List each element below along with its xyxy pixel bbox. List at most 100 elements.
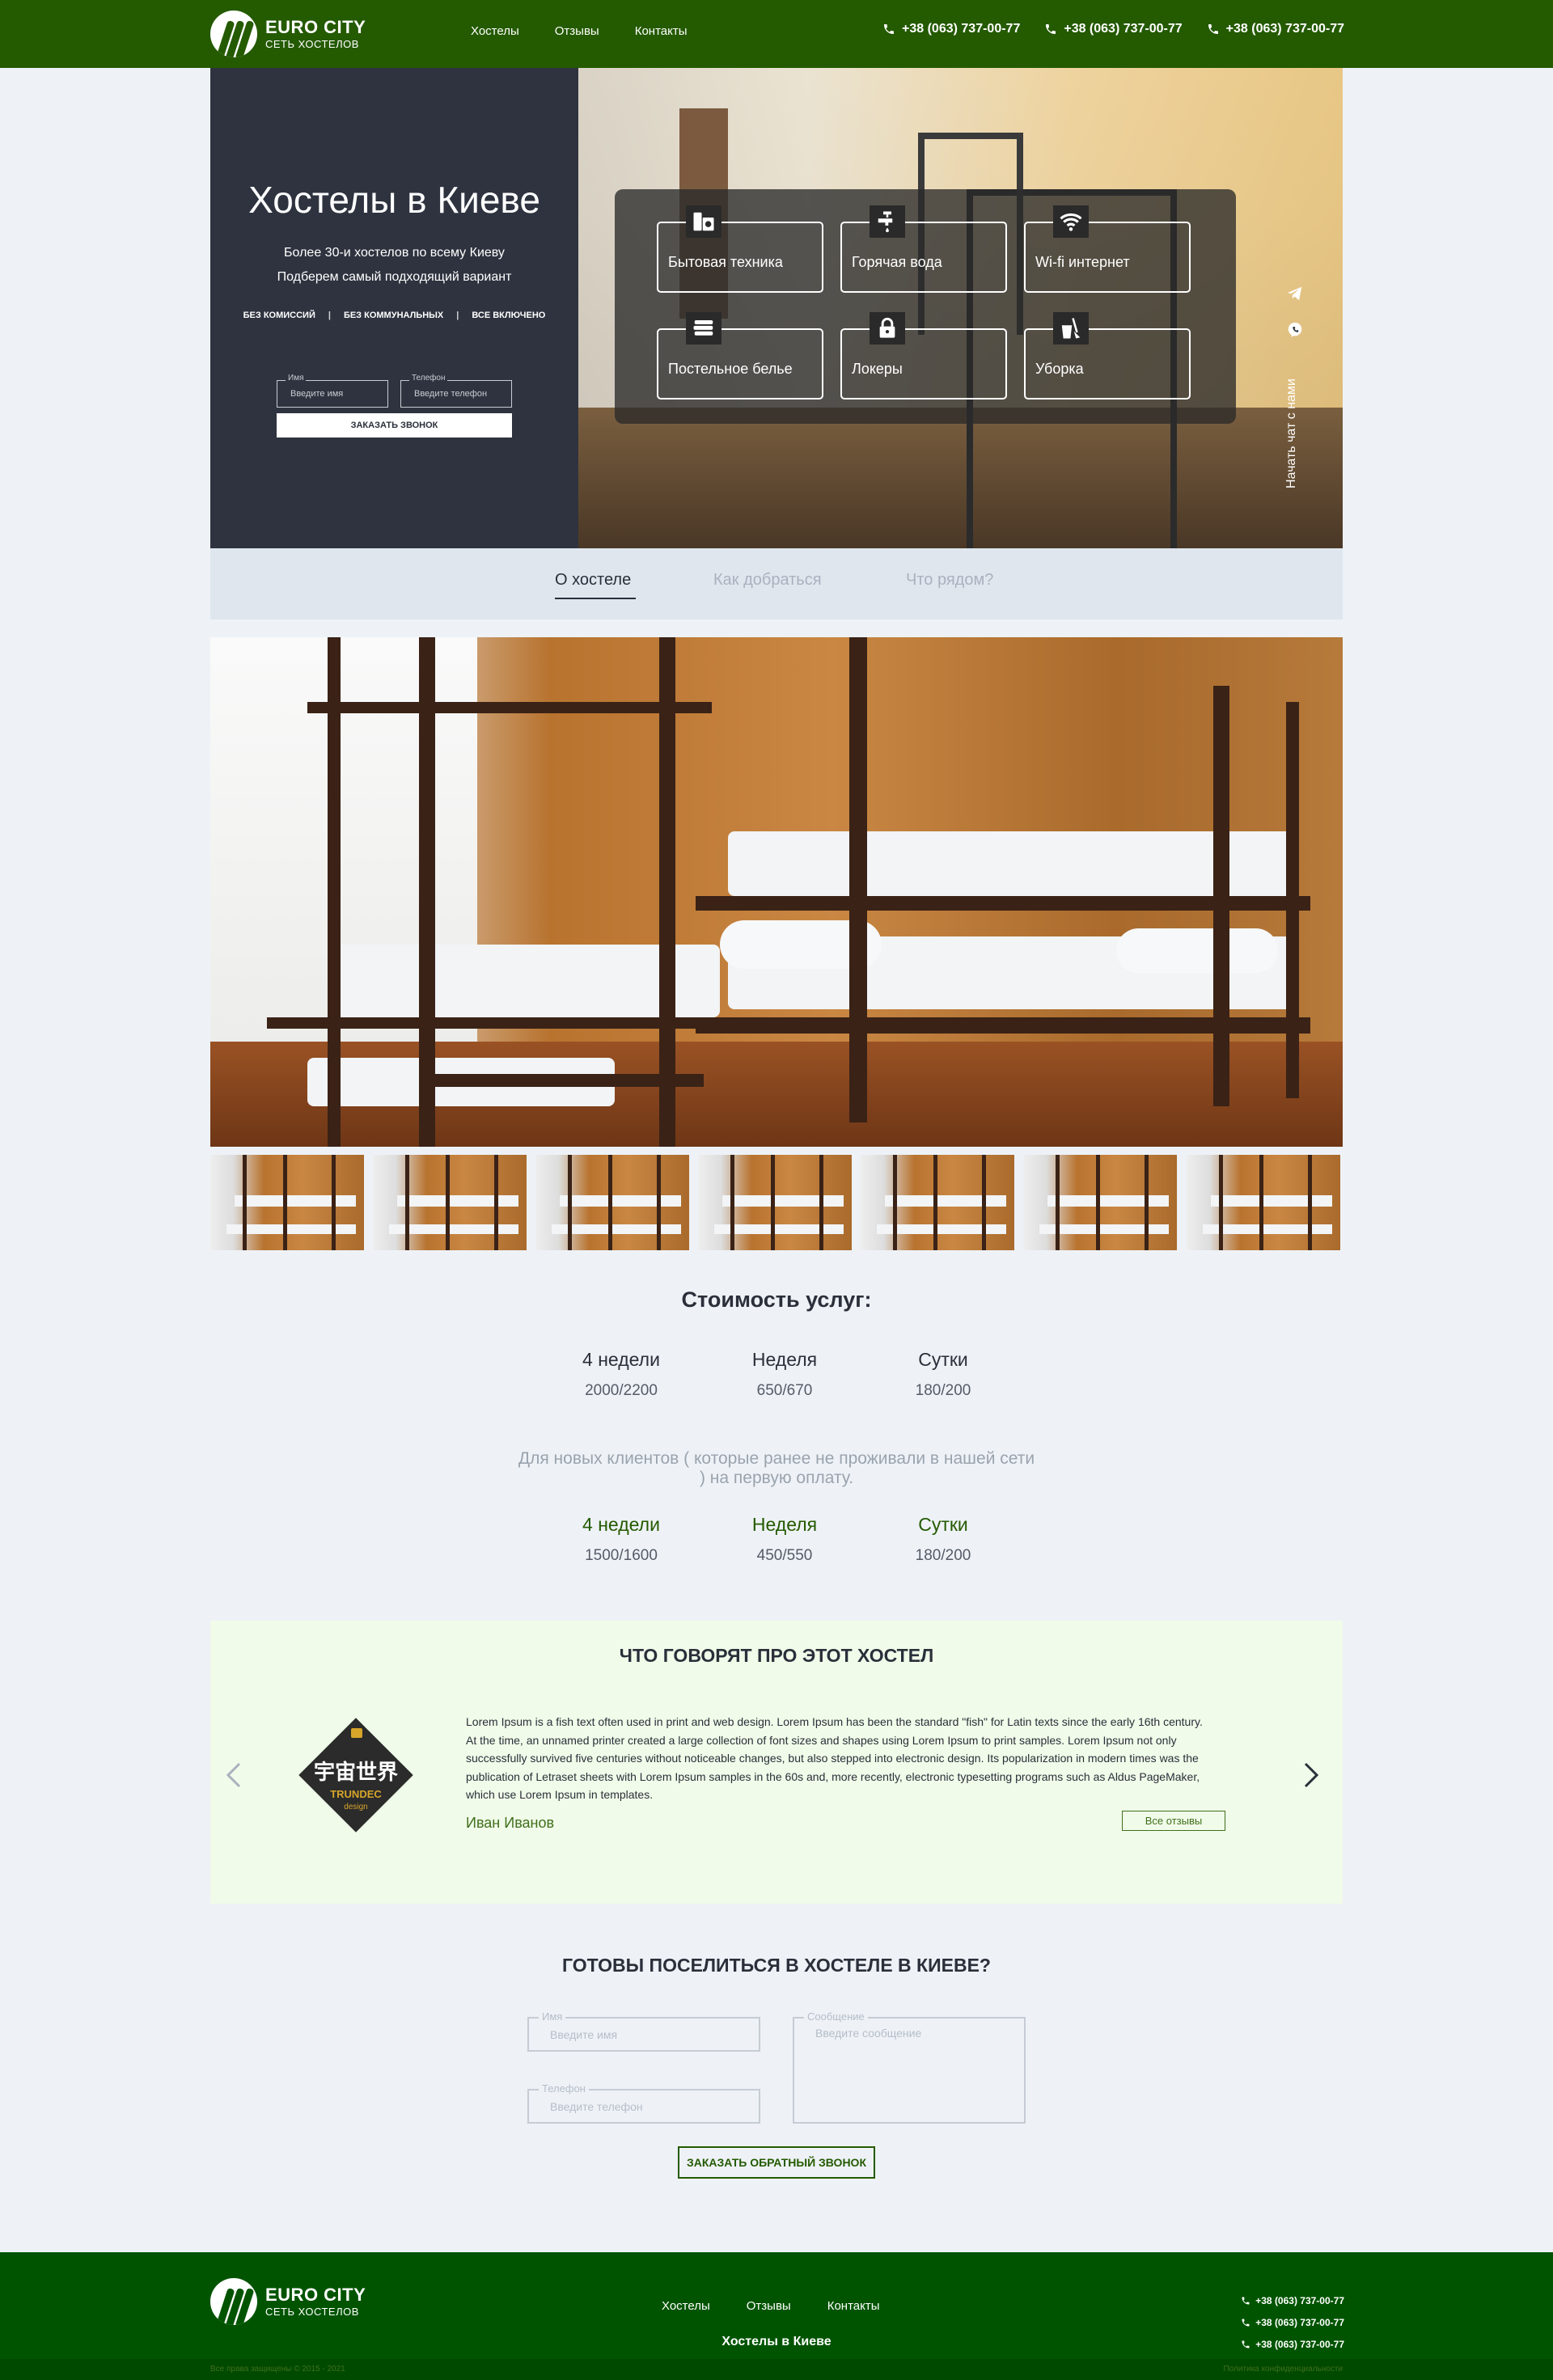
bed-linen-icon [686,312,721,345]
reviews-next-button[interactable] [1302,1761,1327,1794]
gallery-thumb[interactable] [1187,1155,1340,1250]
hero-phone-field: Телефон [400,374,512,408]
phone-icon [1208,24,1218,34]
phone-icon [1242,2297,1250,2304]
gallery-thumb[interactable] [1023,1155,1177,1250]
phone-icon [1242,2319,1250,2326]
new-price-week: Неделя 450/550 [751,1514,818,1564]
footer-logo[interactable]: EURO CITY СЕТЬ ХОСТЕЛОВ [210,2278,366,2325]
phone-icon [884,24,895,34]
tag-no-utilities: БЕЗ КОММУНАЛЬНЫХ [343,311,444,320]
header-phone-2[interactable]: +38 (063) 737-00-77 [1044,22,1183,36]
brand-logo[interactable]: EURO CITY СЕТЬ ХОСТЕЛОВ [210,11,366,57]
logo-mark-icon [210,11,257,57]
site-header: EURO CITY СЕТЬ ХОСТЕЛОВ Хостелы Отзывы К… [0,0,1553,68]
tab-about[interactable]: О хостеле [555,571,631,590]
contact-form-title: ГОТОВЫ ПОСЕЛИТЬСЯ В ХОСТЕЛЕ В КИЕВЕ? [562,1955,991,1976]
hero-subtitle: Более 30-и хостелов по всему Киеву Подбе… [277,246,512,284]
phone-icon [1242,2340,1250,2348]
cleaning-icon [1053,312,1089,345]
contact-name-field: Имя [527,2010,760,2052]
telegram-icon[interactable] [1286,285,1304,302]
appliances-icon [686,205,721,238]
footer-bottom-bar: Все права защищены © 2015 - 2021 Политик… [0,2359,1553,2380]
chevron-left-icon [226,1762,241,1788]
gallery-main-photo[interactable] [210,637,1343,1147]
contact-name-input[interactable] [529,2019,759,2050]
header-phones: +38 (063) 737-00-77 +38 (063) 737-00-77 … [882,22,1344,36]
features-panel: Бытовая техника Горячая вода Wi-fi интер… [615,189,1236,424]
hero-tags: БЕЗ КОМИССИЙ | БЕЗ КОММУНАЛЬНЫХ | ВСЕ ВК… [243,311,546,320]
footer-phone-1[interactable]: +38 (063) 737-00-77 [1241,2289,1344,2311]
hero-title: Хостелы в Киеве [248,179,540,221]
review-text: Lorem Ipsum is a fish text often used in… [466,1715,1203,1801]
privacy-policy-link[interactable]: Политика конфиденциальности [1223,2365,1343,2374]
nav-reviews[interactable]: Отзывы [555,24,599,38]
price-4weeks: 4 недели 2000/2200 [582,1349,660,1399]
nav-hostels[interactable]: Хостелы [471,24,519,38]
nav-contacts[interactable]: Контакты [635,24,688,38]
main-nav: Хостелы Отзывы Контакты [471,24,688,38]
price-day: Сутки 180/200 [915,1349,971,1399]
svg-text:宇宙世界: 宇宙世界 [314,1760,398,1785]
hero-name-field: Имя [277,374,388,408]
contact-phone-field: Телефон [527,2082,760,2124]
copyright: Все права защищены © 2015 - 2021 [210,2365,345,2374]
gallery-thumb[interactable] [698,1155,852,1250]
svg-text:design: design [344,1803,367,1811]
phone-icon [1046,24,1056,34]
footer-phone-3[interactable]: +38 (063) 737-00-77 [1241,2333,1344,2355]
header-phone-3[interactable]: +38 (063) 737-00-77 [1207,22,1344,36]
footer-nav: Хостелы Отзывы Контакты [662,2299,880,2313]
all-reviews-button[interactable]: Все отзывы [1122,1811,1225,1831]
viber-icon[interactable] [1286,321,1304,339]
footer-nav-reviews[interactable]: Отзывы [747,2299,791,2313]
new-price-4weeks: 4 недели 1500/1600 [582,1514,660,1564]
start-chat-link[interactable]: Начать чат с нами [1284,378,1299,488]
contact-phone-input[interactable] [529,2090,759,2122]
new-price-day: Сутки 180/200 [915,1514,971,1564]
hero-name-input[interactable] [277,381,387,407]
wifi-icon [1053,205,1089,238]
footer-phone-2[interactable]: +38 (063) 737-00-77 [1241,2311,1344,2333]
logo-mark-icon [210,2278,257,2325]
prices-title: Стоимость услуг: [681,1287,872,1312]
gallery-thumb[interactable] [210,1155,364,1250]
gallery-thumb[interactable] [861,1155,1014,1250]
gallery-thumb[interactable] [373,1155,527,1250]
gallery-thumbnails [210,1155,1343,1250]
brand-tagline: СЕТЬ ХОСТЕЛОВ [265,38,359,50]
active-tab-indicator [555,598,636,599]
review-author: Иван Иванов [466,1815,555,1831]
reviewer-logo: 宇宙世界 TRUNDEC design [293,1712,419,1838]
tag-no-commission: БЕЗ КОМИССИЙ [243,311,315,320]
new-clients-note: Для новых клиентов ( которые ранее не пр… [518,1449,1035,1487]
feature-wifi: Wi-fi интернет [1024,205,1191,293]
hostel-tabs: О хостеле Как добраться Что рядом? [210,548,1343,619]
brand-name: EURO CITY [265,17,366,37]
footer-phones: +38 (063) 737-00-77 +38 (063) 737-00-77 … [1241,2289,1344,2355]
faucet-icon [870,205,905,238]
price-week: Неделя 650/670 [751,1349,818,1399]
header-phone-1[interactable]: +38 (063) 737-00-77 [882,22,1020,36]
tab-nearby[interactable]: Что рядом? [906,571,993,590]
feature-bed-linen: Постельное белье [657,312,823,399]
order-call-button[interactable]: ЗАКАЗАТЬ ЗВОНОК [277,413,512,438]
tag-all-inclusive: ВСЕ ВКЛЮЧЕНО [472,311,546,320]
feature-cleaning: Уборка [1024,312,1191,399]
gallery-thumb[interactable] [535,1155,689,1250]
footer-nav-hostels[interactable]: Хостелы [662,2299,710,2313]
tab-directions[interactable]: Как добраться [713,571,822,590]
contact-message-field: Сообщение [793,2010,1026,2124]
lock-icon [870,312,905,345]
footer-nav-contacts[interactable]: Контакты [827,2299,880,2313]
reviews-prev-button[interactable] [225,1761,249,1794]
chevron-right-icon [1304,1762,1319,1788]
feature-hot-water: Горячая вода [840,205,1007,293]
contact-message-input[interactable] [794,2019,1024,2122]
feature-lockers: Локеры [840,312,1007,399]
svg-text:TRUNDEC: TRUNDEC [330,1788,382,1800]
request-callback-button[interactable]: ЗАКАЗАТЬ ОБРАТНЫЙ ЗВОНОК [678,2146,875,2179]
hero-phone-input[interactable] [401,381,511,407]
reviews-title: ЧТО ГОВОРЯТ ПРО ЭТОТ ХОСТЕЛ [619,1645,934,1666]
